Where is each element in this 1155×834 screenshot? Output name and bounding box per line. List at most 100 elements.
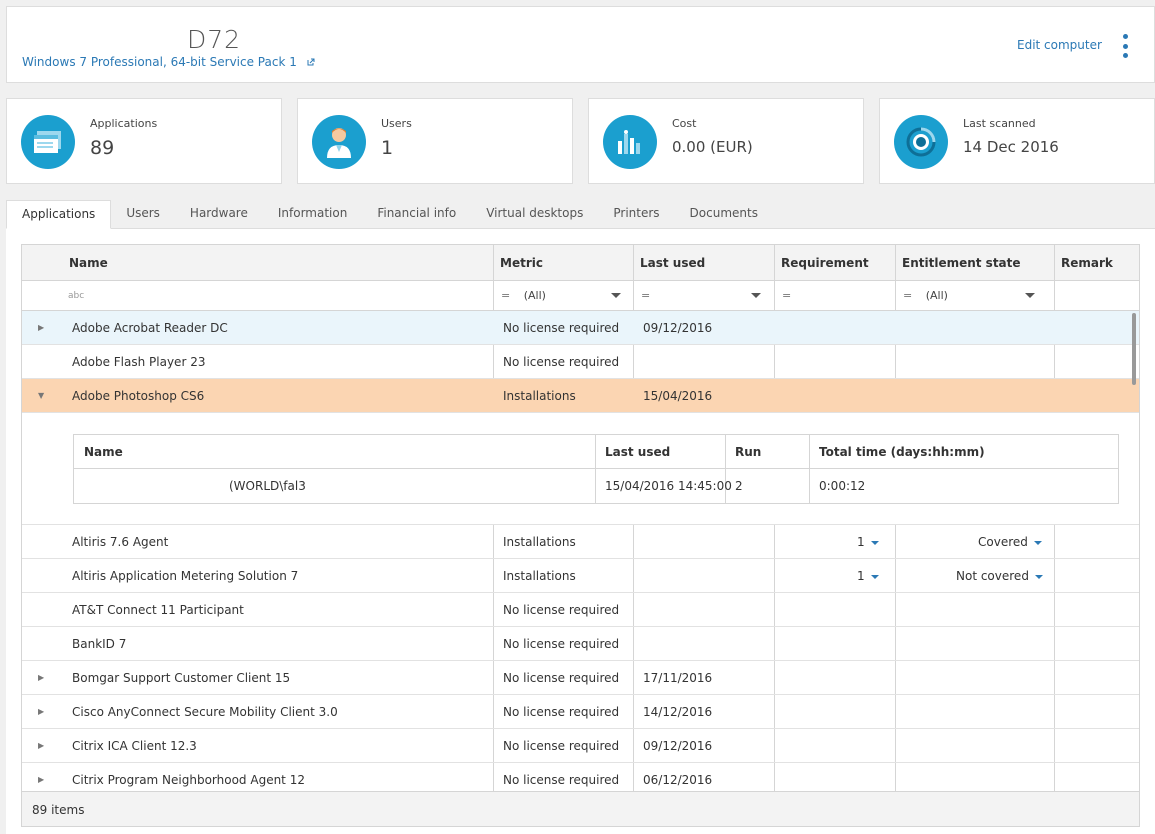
grid-scrollbar[interactable] [1132,313,1136,385]
applications-icon [21,115,75,169]
requirement-dropdown[interactable]: 1 [857,559,879,593]
equals-operator: = [903,289,913,302]
detail-run: 2 [735,479,743,493]
tab-bar: Applications Users Hardware Information … [6,200,773,229]
table-row[interactable]: Adobe Flash Player 23 No license require… [22,345,1139,379]
table-row[interactable]: ▶ Cisco AnyConnect Secure Mobility Clien… [22,695,1139,729]
card-value: 89 [90,137,115,159]
computer-header: D72 Windows 7 Professional, 64-bit Servi… [6,6,1155,83]
last-used: 17/11/2016 [643,671,713,685]
grid-header: Name Metric Last used Requirement Entitl… [22,245,1139,281]
expand-row-icon[interactable]: ▶ [38,729,44,763]
table-row[interactable]: ▶ Citrix ICA Client 12.3 No license requ… [22,729,1139,763]
scan-icon [894,115,948,169]
card-value: 0.00 (EUR) [672,138,753,156]
metric: No license required [503,739,620,753]
metric: No license required [503,321,620,335]
tab-applications[interactable]: Applications [6,200,112,229]
detail-header: Name Last used Run Total time (days:hh:m… [74,435,1118,469]
collapse-row-icon[interactable]: ▼ [38,379,44,413]
table-row[interactable]: Altiris Application Metering Solution 7 … [22,559,1139,593]
usage-detail-table: Name Last used Run Total time (days:hh:m… [73,434,1119,504]
expand-row-icon[interactable]: ▶ [38,695,44,729]
tab-documents[interactable]: Documents [675,200,773,229]
filter-row: abc = (All) = = = (All) [22,281,1139,311]
chevron-down-icon [870,540,879,545]
table-row[interactable]: ▶ Adobe Acrobat Reader DC No license req… [22,311,1139,345]
last-used-filter[interactable]: = [633,281,773,311]
table-row[interactable]: ▶ Bomgar Support Customer Client 15 No l… [22,661,1139,695]
column-header-metric[interactable]: Metric [493,245,543,281]
app-name: Adobe Photoshop CS6 [72,389,205,403]
equals-operator: = [501,289,511,302]
last-used: 09/12/2016 [643,739,713,753]
expand-row-icon[interactable]: ▶ [38,311,44,345]
app-name: Cisco AnyConnect Secure Mobility Client … [72,705,338,719]
table-row[interactable]: BankID 7 No license required [22,627,1139,661]
card-label: Last scanned [963,117,1036,130]
tab-printers[interactable]: Printers [598,200,674,229]
metric-filter-value: (All) [523,289,546,302]
detail-total-time: 0:00:12 [819,479,866,493]
last-used: 15/04/2016 [643,389,713,403]
equals-operator: = [782,289,792,302]
detail-column-name[interactable]: Name [74,435,123,469]
chevron-down-icon [1033,540,1042,545]
chevron-down-icon [1025,293,1035,298]
requirement-dropdown[interactable]: 1 [857,525,879,559]
tab-financial-info[interactable]: Financial info [362,200,471,229]
table-row[interactable]: Altiris 7.6 Agent Installations 1 Covere… [22,525,1139,559]
edit-computer-link[interactable]: Edit computer [1017,38,1102,52]
metric: Installations [503,569,576,583]
metric: Installations [503,389,576,403]
metric: No license required [503,603,620,617]
entitlement-filter[interactable]: = (All) [895,281,1053,311]
detail-column-run[interactable]: Run [725,435,761,469]
metric-filter[interactable]: = (All) [493,281,633,311]
card-label: Users [381,117,412,130]
app-name: Adobe Flash Player 23 [72,355,206,369]
cost-card: Cost 0.00 (EUR) [588,98,864,184]
last-used: 14/12/2016 [643,705,713,719]
metric: No license required [503,705,620,719]
column-header-remark[interactable]: Remark [1054,245,1113,281]
metric: Installations [503,535,576,549]
chevron-down-icon [611,293,621,298]
app-name: Altiris 7.6 Agent [72,535,169,549]
detail-column-last-used[interactable]: Last used [595,435,670,469]
column-header-requirement[interactable]: Requirement [774,245,869,281]
detail-user: (WORLD\fal3 [229,479,306,493]
tab-information[interactable]: Information [263,200,362,229]
tab-users[interactable]: Users [111,200,175,229]
cost-chart-icon [603,115,657,169]
detail-column-total-time[interactable]: Total time (days:hh:mm) [809,435,985,469]
name-filter-input[interactable]: abc [60,281,490,311]
os-label: Windows 7 Professional, 64-bit Service P… [22,55,297,69]
expand-row-icon[interactable]: ▶ [38,661,44,695]
metric: No license required [503,637,620,651]
os-link[interactable]: Windows 7 Professional, 64-bit Service P… [22,55,315,69]
detail-row: (WORLD\fal3 15/04/2016 14:45:00 2 0:00:1… [74,469,1118,503]
item-count: 89 items [22,791,1139,826]
table-row[interactable]: AT&T Connect 11 Participant No license r… [22,593,1139,627]
user-icon [312,115,366,169]
tab-virtual-desktops[interactable]: Virtual desktops [471,200,598,229]
last-scanned-card: Last scanned 14 Dec 2016 [879,98,1155,184]
tab-hardware[interactable]: Hardware [175,200,263,229]
app-name: Bomgar Support Customer Client 15 [72,671,291,685]
external-link-icon [307,58,315,66]
column-header-name[interactable]: Name [62,245,108,281]
app-name: Adobe Acrobat Reader DC [72,321,228,335]
table-row[interactable]: ▼ Adobe Photoshop CS6 Installations 15/0… [22,379,1139,413]
column-header-entitlement[interactable]: Entitlement state [895,245,1021,281]
column-header-last-used[interactable]: Last used [633,245,705,281]
app-name: Altiris Application Metering Solution 7 [72,569,299,583]
requirement-filter[interactable]: = [774,281,894,311]
entitlement-value: Not covered [956,569,1029,583]
equals-operator: = [641,289,651,302]
users-card: Users 1 [297,98,573,184]
entitlement-dropdown[interactable]: Covered [978,525,1042,559]
last-used: 09/12/2016 [643,321,713,335]
more-options-icon[interactable] [1121,34,1129,58]
entitlement-dropdown[interactable]: Not covered [956,559,1043,593]
